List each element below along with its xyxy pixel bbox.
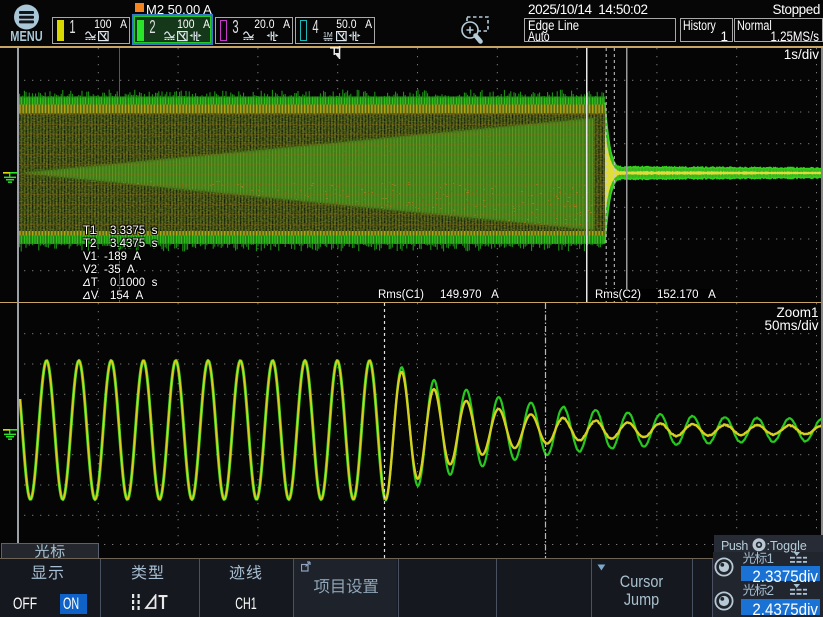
svg-text:1M: 1M: [323, 32, 333, 39]
svg-text:MENU: MENU: [10, 27, 42, 44]
